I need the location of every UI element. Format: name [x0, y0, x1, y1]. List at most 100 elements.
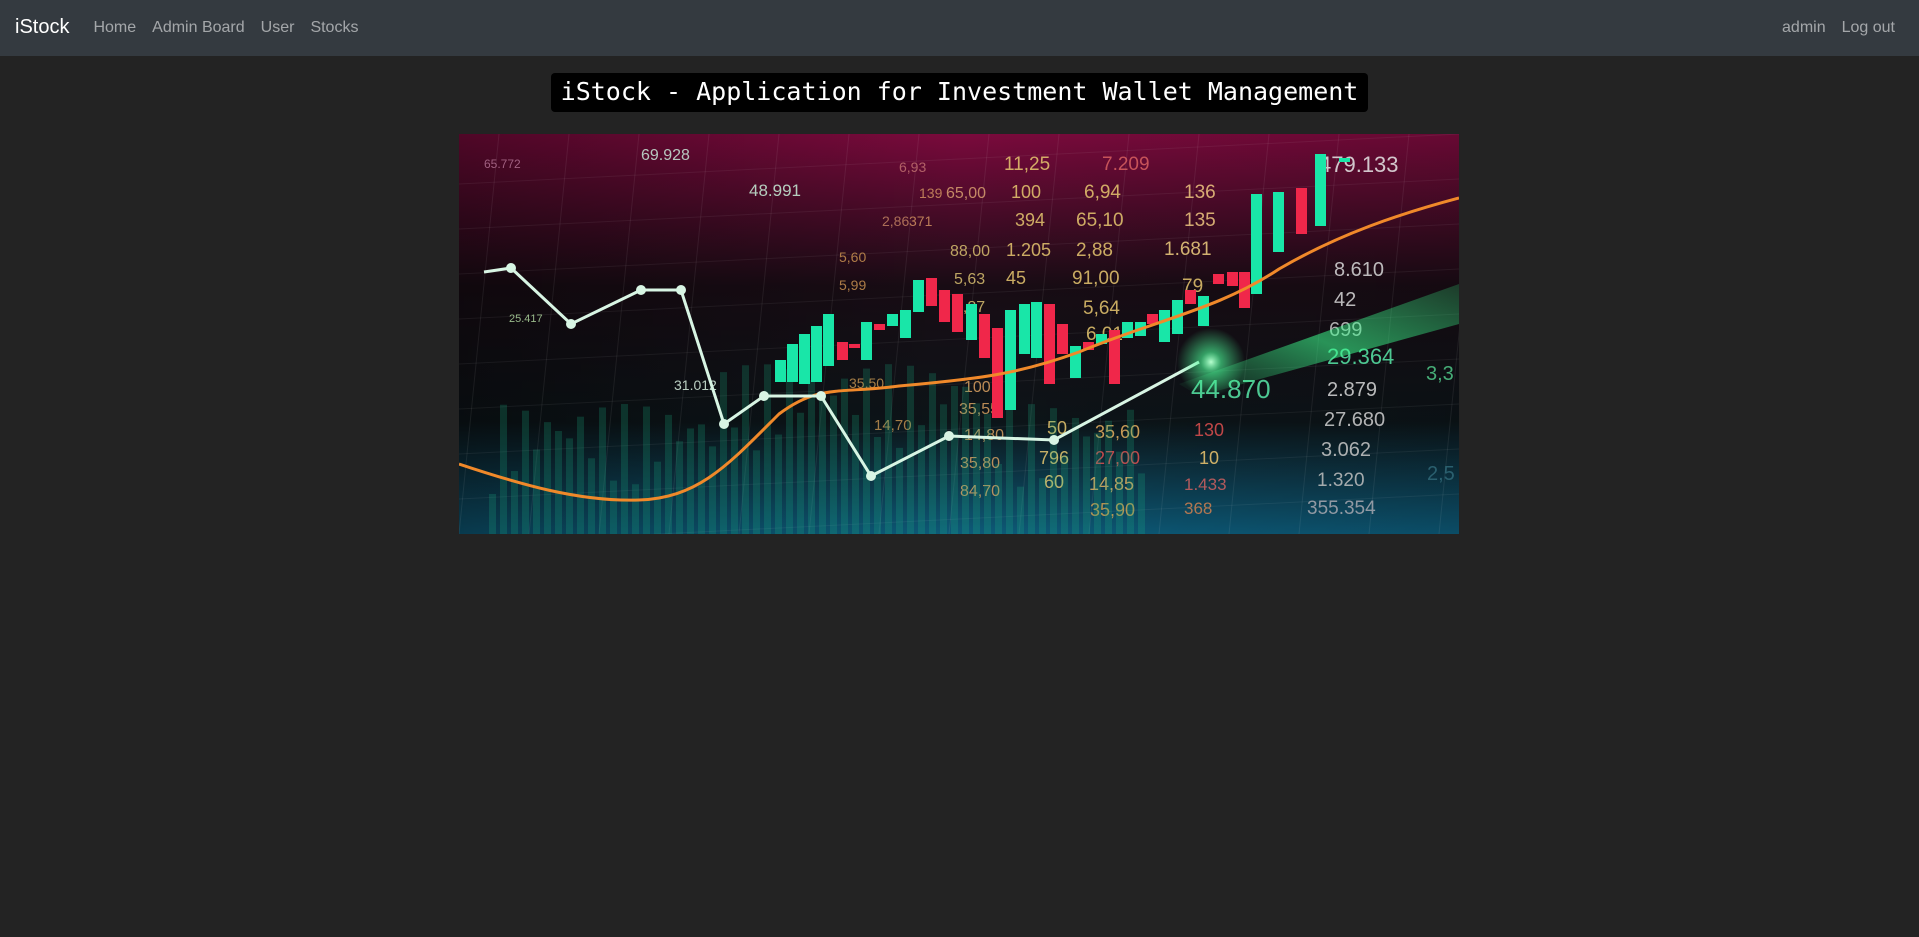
volume-bar [885, 364, 892, 534]
bull-candle [861, 322, 872, 360]
volume-bar [1028, 404, 1035, 534]
ticker-number: 27.680 [1324, 409, 1385, 431]
volume-bar [808, 379, 815, 534]
volume-bar [533, 449, 540, 534]
volume-bar [1083, 436, 1090, 534]
bull-candle [787, 344, 798, 382]
volume-bar [643, 406, 650, 534]
bear-candle [952, 294, 963, 332]
bull-candle [900, 310, 911, 338]
bear-candle [1185, 290, 1196, 304]
volume-bar [1050, 408, 1057, 534]
price-point [944, 431, 954, 441]
price-point [506, 263, 516, 273]
ticker-number: 25.417 [509, 313, 543, 325]
bull-candle [887, 314, 898, 326]
volume-bar [555, 431, 562, 534]
bull-candle [1019, 304, 1030, 354]
bull-candle [1031, 302, 1042, 358]
ticker-number: 14,70 [874, 417, 912, 434]
nav-logout[interactable]: Log out [1842, 19, 1895, 37]
ticker-number: 1.205 [1006, 240, 1051, 260]
bull-candle [823, 314, 834, 366]
volume-bar [797, 412, 804, 534]
volume-bar [544, 422, 551, 534]
ticker-number: 479.133 [1319, 152, 1399, 177]
volume-bar [1138, 473, 1145, 534]
ticker-number: 88,00 [950, 243, 990, 260]
price-point [759, 391, 769, 401]
bull-candle [1159, 310, 1170, 342]
ticker-number: 136 [1184, 182, 1216, 203]
page-title: iStock - Application for Investment Wall… [550, 73, 1369, 112]
nav-home[interactable]: Home [93, 19, 136, 37]
ticker-number: 5,63 [954, 271, 985, 288]
bull-candle [799, 334, 810, 384]
volume-bar [764, 364, 771, 534]
ticker-number: 48.991 [749, 181, 801, 200]
ticker-number: 3.062 [1321, 439, 1371, 461]
bear-candle [837, 342, 848, 360]
volume-bar [984, 413, 991, 534]
bear-candle [1296, 188, 1307, 234]
bear-candle [979, 314, 990, 358]
ticker-number: 394 [1015, 210, 1045, 230]
bear-candle [926, 278, 937, 306]
volume-bar [522, 410, 529, 534]
bull-candle [913, 280, 924, 312]
brand-logo[interactable]: iStock [15, 16, 69, 39]
volume-bar [995, 464, 1002, 534]
price-point [566, 319, 576, 329]
volume-bar [709, 446, 716, 534]
volume-bar [1105, 420, 1112, 534]
nav-admin-board[interactable]: Admin Board [152, 19, 245, 37]
ticker-number: 371 [909, 213, 933, 229]
ticker-number: 65,00 [946, 185, 986, 202]
volume-bar [786, 369, 793, 534]
volume-bar [841, 378, 848, 534]
stock-chart-illustration: 65.772 69.92848.99125.41731.012479.133136… [459, 134, 1459, 534]
bull-candle [775, 360, 786, 382]
ticker-number: 65,10 [1076, 210, 1124, 231]
ticker-number: 1.681 [1164, 239, 1212, 260]
price-point [816, 391, 826, 401]
ticker-number: 8.610 [1334, 259, 1384, 281]
ticker-number: 6,94 [1084, 182, 1121, 203]
ticker-number: 5,99 [839, 277, 866, 293]
ticker-number: 10 [1199, 448, 1219, 468]
bull-candle [966, 304, 977, 340]
volume-bar [918, 425, 925, 534]
ticker-number: 69.928 [641, 147, 690, 164]
ticker-number: 5,64 [1083, 298, 1120, 319]
volume-bar [962, 386, 969, 534]
bear-candle [1213, 274, 1224, 284]
bull-candle [1005, 310, 1016, 410]
ticker-number: 100 [1011, 182, 1041, 202]
volume-bar [907, 365, 914, 534]
bull-candle [811, 326, 822, 382]
volume-bar [973, 403, 980, 534]
volume-bar [687, 428, 694, 534]
volume-bar [665, 414, 672, 534]
nav-user[interactable]: User [261, 19, 295, 37]
ticker-number: 135 [1184, 210, 1216, 231]
bear-candle [1044, 304, 1055, 384]
price-point [719, 419, 729, 429]
volume-bar [577, 416, 584, 534]
nav-stocks[interactable]: Stocks [310, 19, 358, 37]
nav-username[interactable]: admin [1782, 19, 1826, 37]
ticker-number: 2,88 [1076, 240, 1113, 261]
bull-candle [1339, 158, 1350, 162]
title-container: iStock - Application for Investment Wall… [0, 73, 1919, 112]
bear-candle [1227, 272, 1238, 286]
volume-bar [1116, 451, 1123, 534]
bull-candle [1273, 192, 1284, 252]
ticker-number: 368 [1184, 499, 1212, 518]
ticker-number: 91,00 [1072, 268, 1120, 289]
ticker-number: 2,86 [882, 213, 909, 229]
ticker-number: 11,25 [1004, 154, 1050, 175]
ticker-number: 65.772 [484, 157, 521, 171]
volume-bar [489, 494, 496, 534]
volume-bar [863, 368, 870, 534]
volume-bar [1006, 405, 1013, 534]
